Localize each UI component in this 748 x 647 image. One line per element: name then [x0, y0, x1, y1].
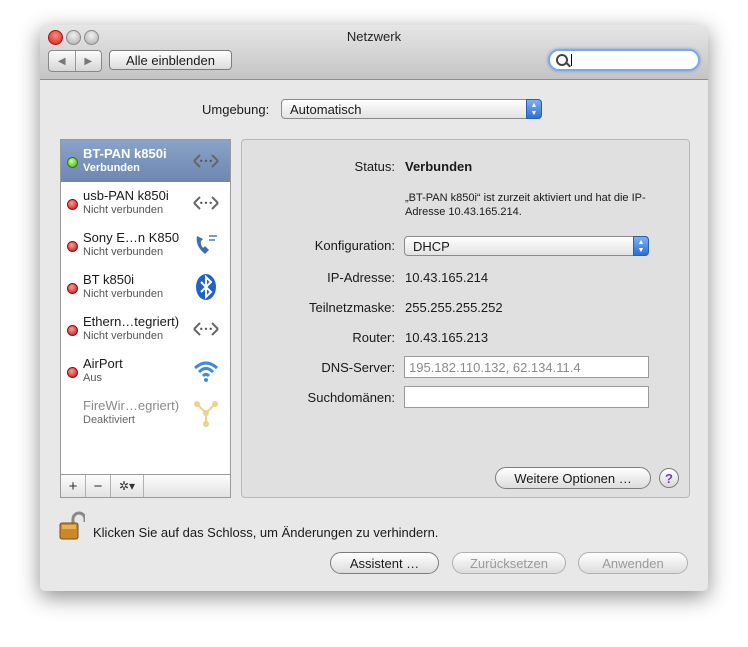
router-value: 10.43.165.213: [405, 330, 489, 345]
location-popup[interactable]: Automatisch ▲ ▼: [281, 99, 542, 119]
configuration-label: Konfiguration:: [314, 238, 395, 253]
service-status: Nicht verbunden: [83, 246, 164, 258]
service-name: Ethern…tegriert): [83, 314, 180, 329]
service-status: Aus: [83, 372, 102, 384]
svg-text:•••: •••: [199, 325, 213, 334]
popup-arrows-icon: ▲ ▼: [526, 99, 542, 119]
search-domains-label: Suchdomänen:: [307, 390, 395, 405]
status-description-line2: Adresse 10.43.165.214.: [405, 206, 522, 218]
location-label: Umgebung:: [202, 102, 270, 117]
ethernet-arrows-icon: •••: [191, 314, 221, 344]
assistant-button[interactable]: Assistent …: [330, 552, 439, 574]
popup-arrows-icon: ▲ ▼: [633, 236, 649, 256]
service-name: BT k850i: [83, 272, 135, 287]
location-value: Automatisch: [290, 102, 362, 117]
titlebar: Netzwerk ◀ ▶ Alle einblenden: [40, 25, 708, 80]
service-item[interactable]: BT k850i Nicht verbunden: [61, 266, 230, 308]
service-item[interactable]: BT-PAN k850i Verbunden •••: [61, 140, 230, 182]
service-status: Nicht verbunden: [83, 288, 164, 300]
service-item[interactable]: Ethern…tegriert) Nicht verbunden •••: [61, 308, 230, 350]
modem-arrows-icon: •••: [191, 188, 221, 218]
service-detail-panel: Status: Verbunden „BT-PAN k850i“ ist zur…: [241, 139, 690, 498]
ip-address-value: 10.43.165.214: [405, 270, 489, 285]
configuration-popup[interactable]: DHCP ▲ ▼: [404, 236, 649, 256]
service-list-toolbar: + − ✲▾: [61, 474, 230, 497]
revert-button[interactable]: Zurücksetzen: [452, 552, 566, 574]
service-name: AirPort: [83, 356, 123, 371]
search-domains-field[interactable]: [404, 386, 649, 408]
svg-text:•••: •••: [199, 157, 213, 166]
search-icon: [556, 54, 568, 66]
service-item[interactable]: AirPort Aus: [61, 350, 230, 392]
status-value: Verbunden: [405, 159, 473, 174]
search-input[interactable]: [548, 49, 700, 71]
bluetooth-icon: [191, 272, 221, 302]
service-status: Nicht verbunden: [83, 204, 164, 216]
service-name: Sony E…n K850: [83, 230, 180, 245]
remove-service-button[interactable]: −: [86, 475, 111, 497]
phone-icon: [191, 230, 221, 260]
status-description-line1: „BT-PAN k850i“ ist zurzeit aktiviert und…: [405, 192, 646, 204]
network-preferences-window: Netzwerk ◀ ▶ Alle einblenden Umgebung: A…: [40, 25, 708, 591]
modem-arrows-icon: •••: [191, 146, 221, 176]
status-indicator: [67, 199, 78, 210]
lock-icon[interactable]: [59, 511, 87, 541]
help-button[interactable]: ?: [659, 468, 679, 488]
ip-address-label: IP-Adresse:: [327, 270, 395, 285]
dns-server-field[interactable]: 195.182.110.132, 62.134.11.4: [404, 356, 649, 378]
service-name: BT-PAN k850i: [83, 146, 167, 161]
status-indicator: [67, 367, 78, 378]
status-indicator: [67, 283, 78, 294]
subnet-mask-label: Teilnetzmaske:: [309, 300, 395, 315]
status-indicator: [67, 157, 78, 168]
service-item[interactable]: FireWir…egriert) Deaktiviert: [61, 392, 230, 434]
window-title: Netzwerk: [346, 29, 402, 44]
show-all-button[interactable]: Alle einblenden: [109, 50, 232, 70]
add-service-button[interactable]: +: [61, 475, 86, 497]
forward-arrow-icon[interactable]: ▶: [76, 51, 102, 71]
service-status: Verbunden: [83, 162, 140, 174]
status-indicator: [67, 325, 78, 336]
dns-server-label: DNS-Server:: [321, 360, 395, 375]
service-status: Nicht verbunden: [83, 330, 164, 342]
service-item[interactable]: Sony E…n K850 Nicht verbunden: [61, 224, 230, 266]
subnet-mask-value: 255.255.255.252: [405, 300, 503, 315]
more-options-button[interactable]: Weitere Optionen …: [495, 467, 651, 489]
gear-icon: ✲▾: [118, 479, 136, 493]
configuration-value: DHCP: [413, 239, 450, 254]
svg-text:•••: •••: [199, 199, 213, 208]
service-name: usb-PAN k850i: [83, 188, 169, 203]
back-arrow-icon[interactable]: ◀: [49, 51, 76, 71]
service-list[interactable]: BT-PAN k850i Verbunden ••• usb-PAN k850i Nic…: [60, 139, 231, 498]
text-cursor: [571, 54, 572, 66]
lock-hint-text: Klicken Sie auf das Schloss, um Änderung…: [93, 525, 439, 540]
router-label: Router:: [352, 330, 395, 345]
service-status: Deaktiviert: [83, 414, 135, 426]
status-indicator: [67, 241, 78, 252]
service-name: FireWir…egriert): [83, 398, 180, 413]
gear-menu-button[interactable]: ✲▾: [111, 475, 144, 497]
service-item[interactable]: usb-PAN k850i Nicht verbunden •••: [61, 182, 230, 224]
back-forward-buttons: ◀ ▶: [48, 50, 102, 72]
firewire-icon: [191, 398, 221, 428]
wifi-icon: [191, 356, 221, 386]
apply-button[interactable]: Anwenden: [578, 552, 688, 574]
status-label: Status:: [354, 159, 395, 174]
